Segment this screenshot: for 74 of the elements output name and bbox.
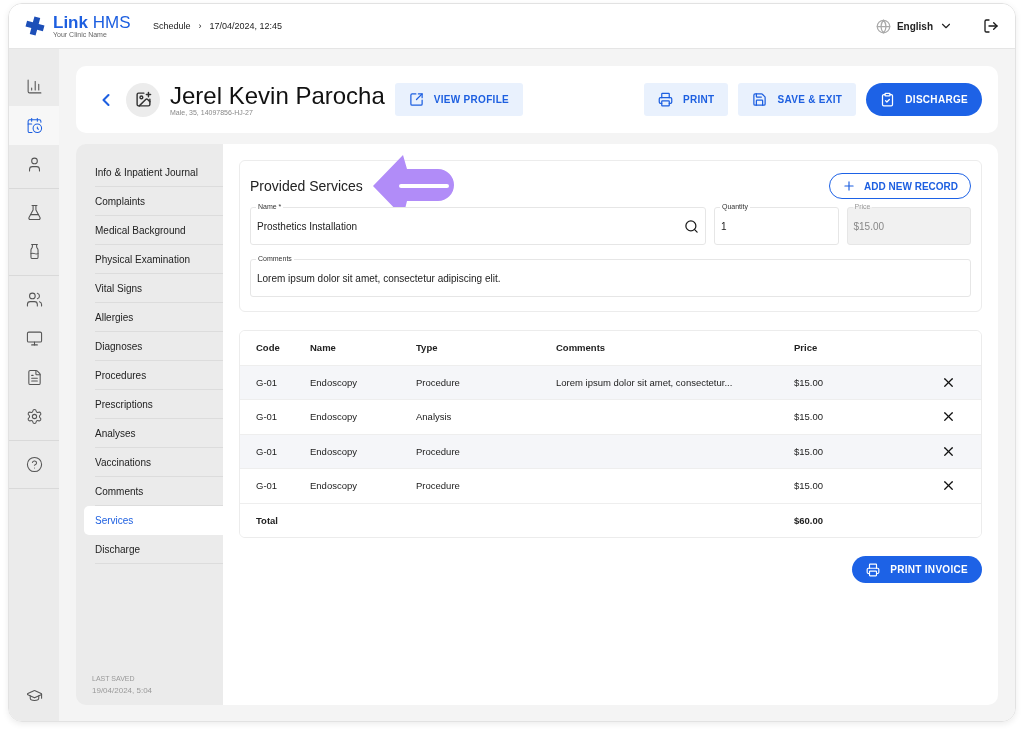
patient-name: Jerel Kevin Parocha xyxy=(170,83,385,109)
logout-icon[interactable] xyxy=(983,18,999,34)
breadcrumb-item: 17/04/2024, 12:45 xyxy=(209,21,283,31)
section-tab[interactable]: Discharge xyxy=(84,535,223,564)
section-tab[interactable]: Comments xyxy=(84,477,223,506)
breadcrumb-separator: › xyxy=(198,21,202,31)
column-header: Name xyxy=(310,342,337,354)
table-cell-text: Endoscopy xyxy=(310,445,358,457)
document-icon xyxy=(25,369,43,386)
graduation-cap-icon xyxy=(25,687,43,704)
printer-icon xyxy=(866,562,881,577)
last-saved-time: 19/04/2024, 5:04 xyxy=(92,686,154,695)
table-cell-text: Procedure xyxy=(416,376,461,388)
help-icon xyxy=(25,456,43,473)
table-cell-text: G-01 xyxy=(256,445,279,457)
language-selector[interactable]: English xyxy=(875,18,953,34)
section-tab[interactable]: Medical Background xyxy=(84,216,223,245)
column-header: Type xyxy=(416,342,439,354)
header-button[interactable]: PRINT xyxy=(644,83,729,116)
section-tab[interactable]: Complaints xyxy=(84,187,223,216)
table-cell-text: Procedure xyxy=(416,480,461,492)
save-icon xyxy=(752,92,768,107)
table-cell-text: Analysis xyxy=(416,411,453,423)
section-title: Provided Services xyxy=(250,178,363,194)
section-tab[interactable]: Prescriptions xyxy=(84,390,223,419)
table-cell-text: $15.00 xyxy=(794,411,825,423)
table-cell-text: Endoscopy xyxy=(310,376,358,388)
external-link-icon xyxy=(408,92,424,107)
monitor-icon xyxy=(25,330,43,347)
column-header: Comments xyxy=(556,342,607,354)
add-record-button[interactable]: ADD NEW RECORD xyxy=(829,173,971,199)
photo-placeholder[interactable] xyxy=(126,82,160,117)
plus-icon xyxy=(842,179,857,193)
search-icon[interactable] xyxy=(684,218,699,234)
table-cell-text: Endoscopy xyxy=(310,480,358,492)
table-cell-text: Procedure xyxy=(416,445,461,457)
flask-icon xyxy=(25,204,43,221)
column-header: Code xyxy=(256,342,281,354)
total-value: $60.00 xyxy=(794,514,825,526)
table-cell-text: G-01 xyxy=(256,480,279,492)
globe-icon xyxy=(875,18,891,34)
brand-name: Link HMS xyxy=(53,14,131,31)
section-tab[interactable]: Allergies xyxy=(84,303,223,332)
users-icon xyxy=(25,291,43,308)
clipboard-check-icon xyxy=(880,92,896,107)
section-tab[interactable]: Physical Examination xyxy=(84,245,223,274)
table-cell-text: $15.00 xyxy=(794,445,825,457)
total-label: Total xyxy=(256,514,279,526)
section-tab[interactable]: Services xyxy=(84,506,223,535)
chart-icon xyxy=(25,78,43,95)
settings-icon xyxy=(25,408,43,425)
section-tab[interactable]: Diagnoses xyxy=(84,332,223,361)
printer-icon xyxy=(658,92,673,107)
table-cell-text: G-01 xyxy=(256,411,279,423)
table-cell-text: Lorem ipsum dolor sit amet, consectetur... xyxy=(556,376,734,388)
breadcrumb-item[interactable]: Schedule xyxy=(153,21,191,31)
calendar-icon xyxy=(25,117,43,134)
section-tab[interactable]: Vital Signs xyxy=(84,274,223,303)
table-cell-text: G-01 xyxy=(256,376,279,388)
header-button[interactable]: DISCHARGE xyxy=(866,83,982,116)
section-tab[interactable]: Vaccinations xyxy=(84,448,223,477)
rail-button[interactable] xyxy=(9,106,59,145)
add-photo-icon xyxy=(134,91,152,108)
table-cell-text: $15.00 xyxy=(794,480,825,492)
column-header: Price xyxy=(794,342,819,354)
section-tab[interactable]: Procedures xyxy=(84,361,223,390)
table-cell-text: $15.00 xyxy=(794,376,825,388)
header-button[interactable]: VIEW PROFILE xyxy=(394,83,524,116)
header-button[interactable]: SAVE & EXIT xyxy=(738,83,857,116)
section-tab[interactable]: Analyses xyxy=(84,419,223,448)
print-invoice-button[interactable]: PRINT INVOICE xyxy=(852,556,982,583)
logo-icon xyxy=(25,16,45,36)
table-cell-text: Endoscopy xyxy=(310,411,358,423)
section-tab[interactable]: Info & Inpatient Journal xyxy=(84,158,223,187)
